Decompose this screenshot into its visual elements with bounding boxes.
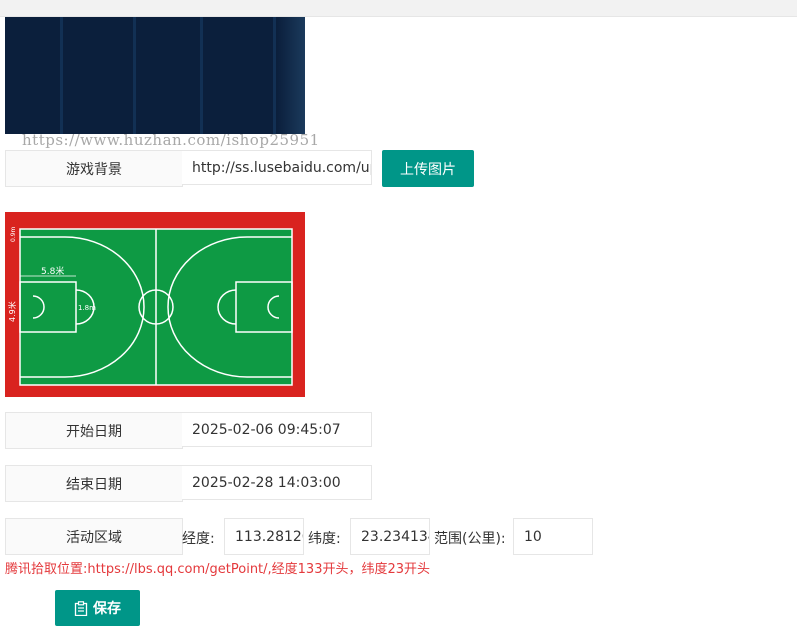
basketball-court-image: 5.8米 1.8m 4.9米 0.9m	[5, 212, 305, 397]
activity-area-row: 活动区域 经度: 113.281269 纬度: 23.234134 范围(公里)…	[5, 518, 605, 555]
save-button-label: 保存	[93, 601, 121, 617]
range-input[interactable]: 10	[513, 518, 593, 555]
court-dim-margin: 0.9m	[10, 226, 17, 242]
court-dim-key: 1.8m	[78, 304, 96, 312]
court-dim-width: 5.8米	[41, 265, 64, 277]
activity-area-label: 活动区域	[5, 518, 183, 555]
end-date-input[interactable]: 2025-02-28 14:03:00	[182, 465, 372, 500]
court-dim-height: 4.9米	[7, 301, 17, 322]
range-label: 范围(公里):	[434, 531, 506, 547]
location-picker-hint: 腾讯拾取位置:https://lbs.qq.com/getPoint/,经度13…	[5, 562, 431, 577]
longitude-label: 经度:	[182, 531, 215, 547]
latitude-label: 纬度:	[308, 531, 341, 547]
save-button[interactable]: 保存	[55, 590, 140, 626]
game-background-url-input[interactable]: http://ss.lusebaidu.com/upload	[182, 150, 372, 185]
longitude-input[interactable]: 113.281269	[224, 518, 304, 555]
start-date-label: 开始日期	[5, 412, 183, 449]
top-bar	[0, 0, 797, 17]
start-date-input[interactable]: 2025-02-06 09:45:07	[182, 412, 372, 447]
game-background-label: 游戏背景	[5, 150, 183, 187]
latitude-input[interactable]: 23.234134	[350, 518, 430, 555]
upload-image-button[interactable]: 上传图片	[382, 150, 474, 187]
watermark-text: https://www.huzhan.com/ishop25951	[22, 131, 320, 149]
end-date-label: 结束日期	[5, 465, 183, 502]
game-background-preview	[5, 17, 305, 134]
clipboard-icon	[74, 600, 88, 616]
